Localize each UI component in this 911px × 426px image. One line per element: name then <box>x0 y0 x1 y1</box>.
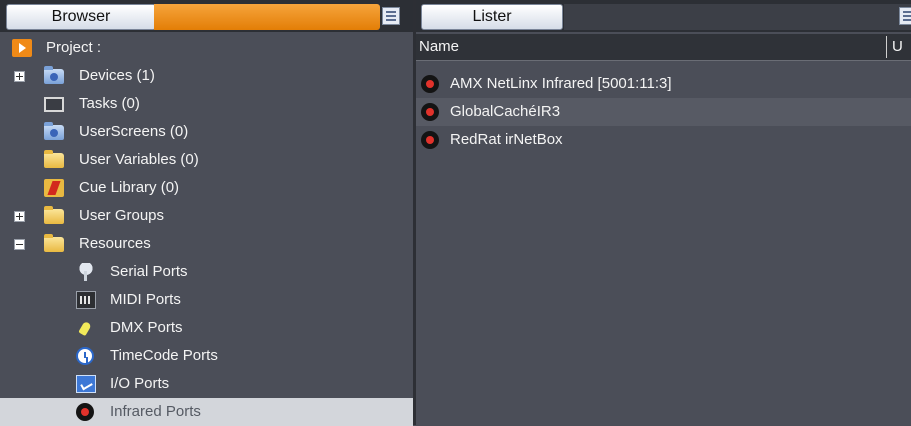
tab-lister[interactable]: Lister <box>421 4 563 30</box>
lister-row-name: RedRat irNetBox <box>450 131 563 148</box>
lister-row-name: GlobalCachéIR3 <box>450 103 561 120</box>
tab-browser[interactable]: Browser <box>6 4 156 30</box>
tree-item-label: User Variables (0) <box>79 151 199 168</box>
folder-icon <box>44 206 64 224</box>
tree-item-label: Resources <box>79 235 151 252</box>
infrared-port-icon <box>421 131 439 149</box>
serial-port-icon <box>76 263 96 281</box>
lister-panel-menu-icon[interactable] <box>899 7 911 25</box>
cue-library-icon <box>44 179 64 197</box>
lister-tab-bar: Lister <box>416 0 911 32</box>
infrared-port-icon <box>421 103 439 121</box>
column-header-u[interactable]: U <box>892 34 903 60</box>
io-port-icon <box>76 375 96 393</box>
tree-item[interactable]: User Groups <box>0 202 413 230</box>
tree-item[interactable]: Devices (1) <box>0 62 413 90</box>
tree-item-label: UserScreens (0) <box>79 123 189 140</box>
tree-item[interactable]: Tasks (0) <box>0 90 413 118</box>
tree-item[interactable]: I/O Ports <box>0 370 413 398</box>
expand-icon[interactable] <box>14 211 25 222</box>
tree-item[interactable]: Cue Library (0) <box>0 174 413 202</box>
expand-icon[interactable] <box>14 71 25 82</box>
tree-item[interactable]: Infrared Ports <box>0 398 413 426</box>
infrared-port-icon <box>421 75 439 93</box>
lister-row[interactable]: RedRat irNetBox <box>416 126 911 154</box>
tree-item[interactable]: TimeCode Ports <box>0 342 413 370</box>
tree-item[interactable]: DMX Ports <box>0 314 413 342</box>
column-header-name[interactable]: Name <box>419 34 459 60</box>
tree-item-label: Infrared Ports <box>110 403 201 420</box>
tree-item[interactable]: UserScreens (0) <box>0 118 413 146</box>
folder-icon <box>44 234 64 252</box>
lister-tab-strip <box>564 4 911 30</box>
tree-item[interactable]: Resources <box>0 230 413 258</box>
tree-item[interactable]: User Variables (0) <box>0 146 413 174</box>
tree-item-label: Project : <box>46 39 102 56</box>
lister-column-header: Name U <box>416 34 911 61</box>
lister-row[interactable]: GlobalCachéIR3 <box>416 98 911 126</box>
folder-icon <box>44 150 64 168</box>
devices-folder-icon <box>44 66 64 84</box>
lister-row-name: AMX NetLinx Infrared [5001:11:3] <box>450 75 672 92</box>
lister-row[interactable]: AMX NetLinx Infrared [5001:11:3] <box>416 70 911 98</box>
tree-item[interactable]: Serial Ports <box>0 258 413 286</box>
tree-item-label: Tasks (0) <box>79 95 140 112</box>
browser-panel-menu-icon[interactable] <box>382 7 400 25</box>
tree-item[interactable]: MIDI Ports <box>0 286 413 314</box>
dmx-port-icon <box>76 319 96 337</box>
tree-item-label: TimeCode Ports <box>110 347 218 364</box>
browser-tab-bar: Browser <box>0 0 413 32</box>
tasks-icon <box>44 97 64 112</box>
userscreens-folder-icon <box>44 122 64 140</box>
tree-item-label: Serial Ports <box>110 263 188 280</box>
infrared-port-icon <box>76 403 94 421</box>
column-divider[interactable] <box>886 36 887 58</box>
lister-rows: AMX NetLinx Infrared [5001:11:3] GlobalCa… <box>416 70 911 154</box>
lister-panel: Lister Name U AMX NetLinx Infrared [5001… <box>416 0 911 425</box>
project-tree: Project : Devices (1) Tasks (0) UserScreens… <box>0 34 413 426</box>
tree-item[interactable]: Project : <box>0 34 413 62</box>
tree-item-label: Cue Library (0) <box>79 179 180 196</box>
tree-item-label: MIDI Ports <box>110 291 181 308</box>
tree-item-label: DMX Ports <box>110 319 183 336</box>
tree-item-label: Devices (1) <box>79 67 155 84</box>
tree-item-label: I/O Ports <box>110 375 170 392</box>
tree-item-label: User Groups <box>79 207 165 224</box>
project-icon <box>12 39 32 57</box>
collapse-icon[interactable] <box>14 239 25 250</box>
midi-port-icon <box>76 291 96 309</box>
browser-tab-strip <box>154 4 380 30</box>
timecode-clock-icon <box>76 347 94 365</box>
browser-panel: Browser Project : Devices (1) Tasks (0) Use… <box>0 0 416 426</box>
